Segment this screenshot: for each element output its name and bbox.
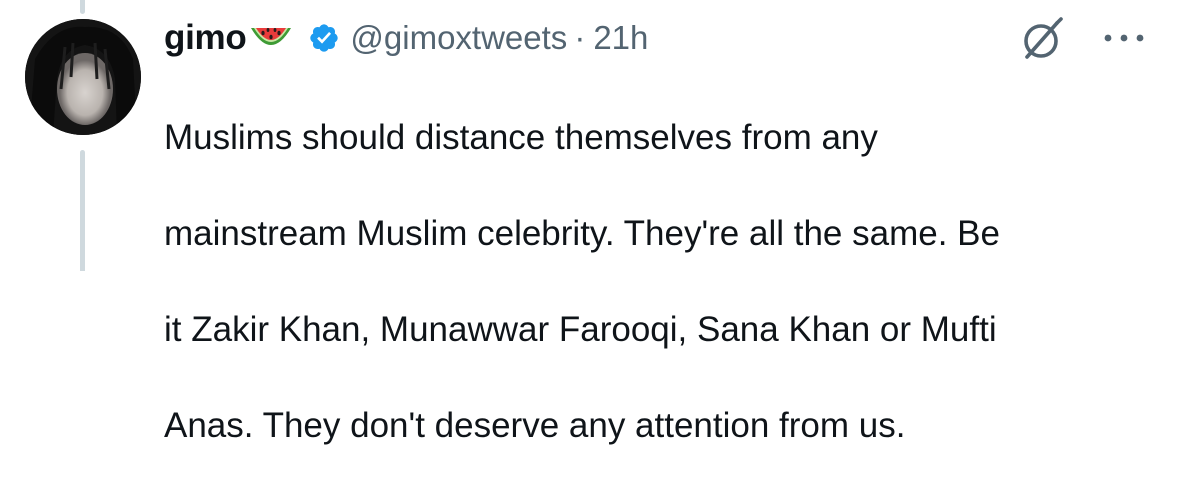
tweet-text: Muslims should distance themselves from …	[164, 66, 1164, 498]
watermelon-icon	[248, 22, 294, 56]
tweet-text-line: mainstream Muslim celebrity. They're all…	[164, 214, 1000, 253]
tweet-text-line: it Zakir Khan, Munawwar Farooqi, Sana Kh…	[164, 310, 997, 349]
tweet-text-line: Anas. They don't deserve any attention f…	[164, 406, 906, 445]
avatar-image	[25, 19, 141, 135]
verified-badge-icon[interactable]	[308, 22, 340, 54]
thread-connector-bottom	[80, 150, 85, 271]
more-options-icon[interactable]	[1096, 16, 1152, 60]
display-name[interactable]: gimo	[164, 18, 247, 58]
avatar[interactable]	[25, 19, 141, 135]
separator-dot: ·	[574, 19, 586, 56]
tweet-body: gimo @gimoxtweets · 21h Muslims should d…	[164, 10, 1164, 498]
timestamp[interactable]: 21h	[593, 19, 648, 57]
thread-connector-top	[80, 0, 85, 14]
grok-icon[interactable]	[1012, 10, 1072, 70]
user-handle[interactable]: @gimoxtweets	[350, 19, 567, 57]
tweet-text-line: Muslims should distance themselves from …	[164, 118, 878, 157]
